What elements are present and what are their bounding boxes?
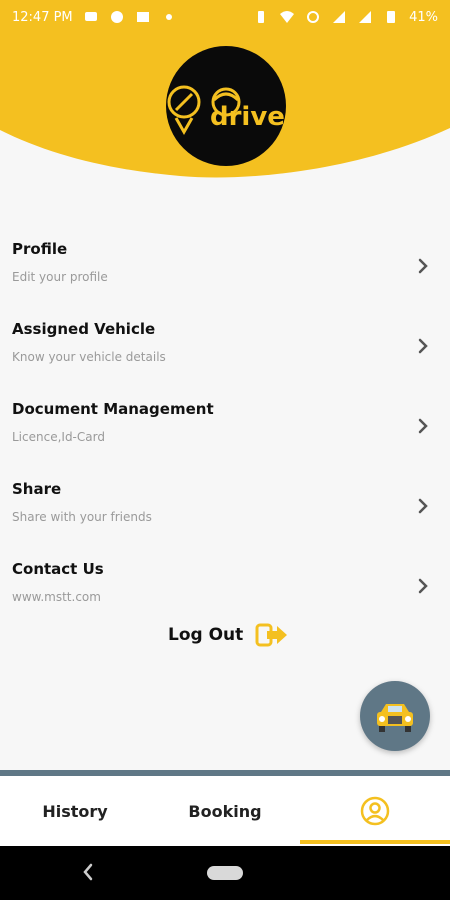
battery-icon [383, 9, 399, 25]
menu-item-share[interactable]: Share Share with your friends [0, 472, 450, 552]
menu-item-document-management[interactable]: Document Management Licence,Id-Card [0, 392, 450, 472]
account-circle-icon [360, 796, 390, 826]
logo-text: driver [210, 102, 298, 132]
tab-account[interactable] [300, 776, 450, 846]
menu-item-title: Profile [12, 240, 68, 258]
menu-item-subtitle: www.mstt.com [12, 590, 101, 604]
car-fab-button[interactable] [360, 681, 430, 751]
chevron-right-icon [418, 258, 428, 274]
menu-item-subtitle: Know your vehicle details [12, 350, 166, 364]
app-logo: driver [166, 46, 298, 166]
logout-label: Log Out [168, 625, 244, 645]
hotspot-icon [305, 9, 321, 25]
tab-history[interactable]: History [0, 776, 150, 846]
home-pill[interactable] [207, 866, 243, 880]
chevron-right-icon [418, 498, 428, 514]
dot-icon [161, 9, 177, 25]
taxi-car-icon [377, 704, 413, 732]
chevron-right-icon [418, 338, 428, 354]
menu-item-profile[interactable]: Profile Edit your profile [0, 232, 450, 312]
logout-button[interactable]: Log Out [168, 622, 289, 648]
chat-icon [109, 9, 125, 25]
back-icon[interactable] [80, 862, 96, 882]
menu-item-subtitle: Edit your profile [12, 270, 108, 284]
tab-label: Booking [188, 801, 262, 821]
system-navigation-bar [0, 846, 450, 900]
status-bar: 12:47 PM 41% [0, 0, 450, 34]
logout-arrow-icon [255, 623, 288, 647]
menu-item-title: Share [12, 480, 62, 498]
signal2-icon [357, 9, 373, 25]
menu-item-subtitle: Licence,Id-Card [12, 430, 105, 444]
menu-list: Profile Edit your profile Assigned Vehic… [0, 232, 450, 632]
message-icon [83, 9, 99, 25]
bottom-tab-bar: History Booking [0, 776, 450, 846]
status-time: 12:47 PM [12, 9, 73, 25]
menu-item-subtitle: Share with your friends [12, 510, 152, 524]
menu-item-contact-us[interactable]: Contact Us www.mstt.com [0, 552, 450, 632]
tab-label: History [42, 801, 108, 821]
menu-item-assigned-vehicle[interactable]: Assigned Vehicle Know your vehicle detai… [0, 312, 450, 392]
menu-item-title: Contact Us [12, 560, 104, 578]
vibrate-icon [253, 9, 269, 25]
chevron-right-icon [418, 578, 428, 594]
wifi-icon [279, 9, 295, 25]
signal-icon [331, 9, 347, 25]
tab-booking[interactable]: Booking [150, 776, 300, 846]
chevron-right-icon [418, 418, 428, 434]
menu-item-title: Assigned Vehicle [12, 320, 156, 338]
menu-item-title: Document Management [12, 400, 214, 418]
battery-percent: 41% [409, 9, 438, 25]
gallery-icon [135, 9, 151, 25]
